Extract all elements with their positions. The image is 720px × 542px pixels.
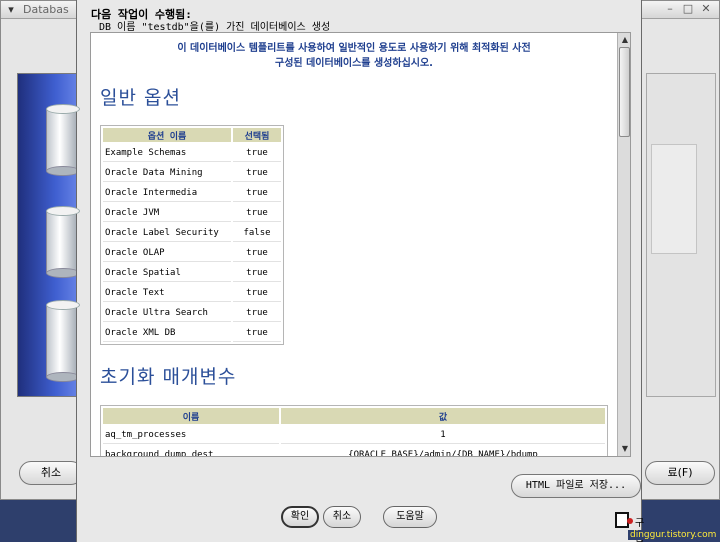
watermark: dinggur.tistory.com [628,530,719,540]
table-row: aq_tm_processes 1 [103,426,605,444]
option-selected: false [233,224,281,242]
table-row: Oracle Intermedia true [103,184,281,202]
option-name: Oracle Label Security [103,224,231,242]
scrollbar-thumb[interactable] [619,47,630,137]
option-selected: true [233,284,281,302]
scroll-up-icon[interactable]: ▲ [619,34,630,46]
option-name: Oracle OLAP [103,244,231,262]
summary-content-frame: 이 데이터베이스 템플리트를 사용하여 일반적인 용도로 사용하기 위해 최적화… [90,32,631,457]
scroll-down-icon[interactable]: ▼ [619,443,630,455]
params-table-header: 이름 값 [103,408,605,424]
general-options-title: 일반 옵션 [100,87,181,109]
option-name-header: 옵션 이름 [103,128,231,142]
ok-button[interactable]: 확인 [281,506,319,528]
option-name: Oracle Data Mining [103,164,231,182]
table-row: Oracle Spatial true [103,264,281,282]
database-cylinder-icon [46,206,80,278]
save-as-html-button[interactable]: HTML 파일로 저장... [511,474,641,498]
window-menu-icon[interactable]: ▾ [4,3,18,16]
background-panel-inset [651,144,697,254]
param-value: 1 [281,426,605,444]
dialog-subheading: DB 이름 "testdb"을(를) 가진 데이터베이스 생성 [99,22,331,33]
option-selected: true [233,164,281,182]
database-cylinder-icon [46,104,80,176]
param-value-header: 값 [281,408,605,424]
option-name: Oracle Ultra Search [103,304,231,322]
option-name: Example Schemas [103,144,231,162]
param-name: background_dump_dest [103,446,279,457]
maximize-icon[interactable]: □ [681,2,695,16]
option-name: Oracle Intermedia [103,184,231,202]
template-description: 이 데이터베이스 템플리트를 사용하여 일반적인 용도로 사용하기 위해 최적화… [91,41,617,71]
param-name-header: 이름 [103,408,279,424]
table-row: Oracle OLAP true [103,244,281,262]
option-selected: true [233,304,281,322]
background-window-title: Databas [23,3,69,16]
cancel-button[interactable]: 취소 [323,506,361,528]
table-row: Oracle JVM true [103,204,281,222]
template-description-line-1: 이 데이터베이스 템플리트를 사용하여 일반적인 용도로 사용하기 위해 최적화… [177,43,531,54]
option-selected: true [233,144,281,162]
table-row: background_dump_dest {ORACLE_BASE}/admin… [103,446,605,457]
init-params-title: 초기화 매개변수 [100,366,237,388]
option-selected: true [233,324,281,342]
confirmation-dialog: 다음 작업이 수행됨: DB 이름 "testdb"을(를) 가진 데이터베이스… [76,0,644,542]
table-row: Oracle Data Mining true [103,164,281,182]
table-row: Example Schemas true [103,144,281,162]
background-finish-button[interactable]: 료(F) [645,461,715,485]
option-selected: true [233,244,281,262]
close-icon[interactable]: ✕ [699,2,713,16]
window-controls: – □ ✕ [663,2,713,16]
option-name: Oracle Spatial [103,264,231,282]
background-cancel-button[interactable]: 취소 [19,461,83,485]
option-name: Oracle JVM [103,204,231,222]
vertical-scrollbar[interactable]: ▲ ▼ [617,33,630,456]
table-row: Oracle Ultra Search true [103,304,281,322]
minimize-icon[interactable]: – [663,2,677,16]
table-row: Oracle Text true [103,284,281,302]
option-name: Oracle Text [103,284,231,302]
option-selected: true [233,264,281,282]
option-name: Oracle XML DB [103,324,231,342]
table-row: Oracle Label Security false [103,224,281,242]
background-right-panel [646,73,716,397]
option-selected: true [233,184,281,202]
params-table: 이름 값 aq_tm_processes 1 background_dump_d… [100,405,608,456]
help-button[interactable]: 도움말 [383,506,437,528]
param-value: {ORACLE_BASE}/admin/{DB_NAME}/bdump [281,446,605,457]
status-icon [615,512,633,528]
option-selected: true [233,204,281,222]
template-description-line-2: 구성된 데이터베이스를 생성하십시오. [275,58,433,69]
database-cylinder-icon [46,300,80,382]
options-table-header: 옵션 이름 선택됨 [103,128,281,142]
options-table: 옵션 이름 선택됨 Example Schemas true Oracle Da… [100,125,284,345]
table-row: Oracle XML DB true [103,324,281,342]
param-name: aq_tm_processes [103,426,279,444]
summary-content: 이 데이터베이스 템플리트를 사용하여 일반적인 용도로 사용하기 위해 최적화… [91,33,617,456]
selected-header: 선택됨 [233,128,281,142]
database-illustration [17,73,81,397]
